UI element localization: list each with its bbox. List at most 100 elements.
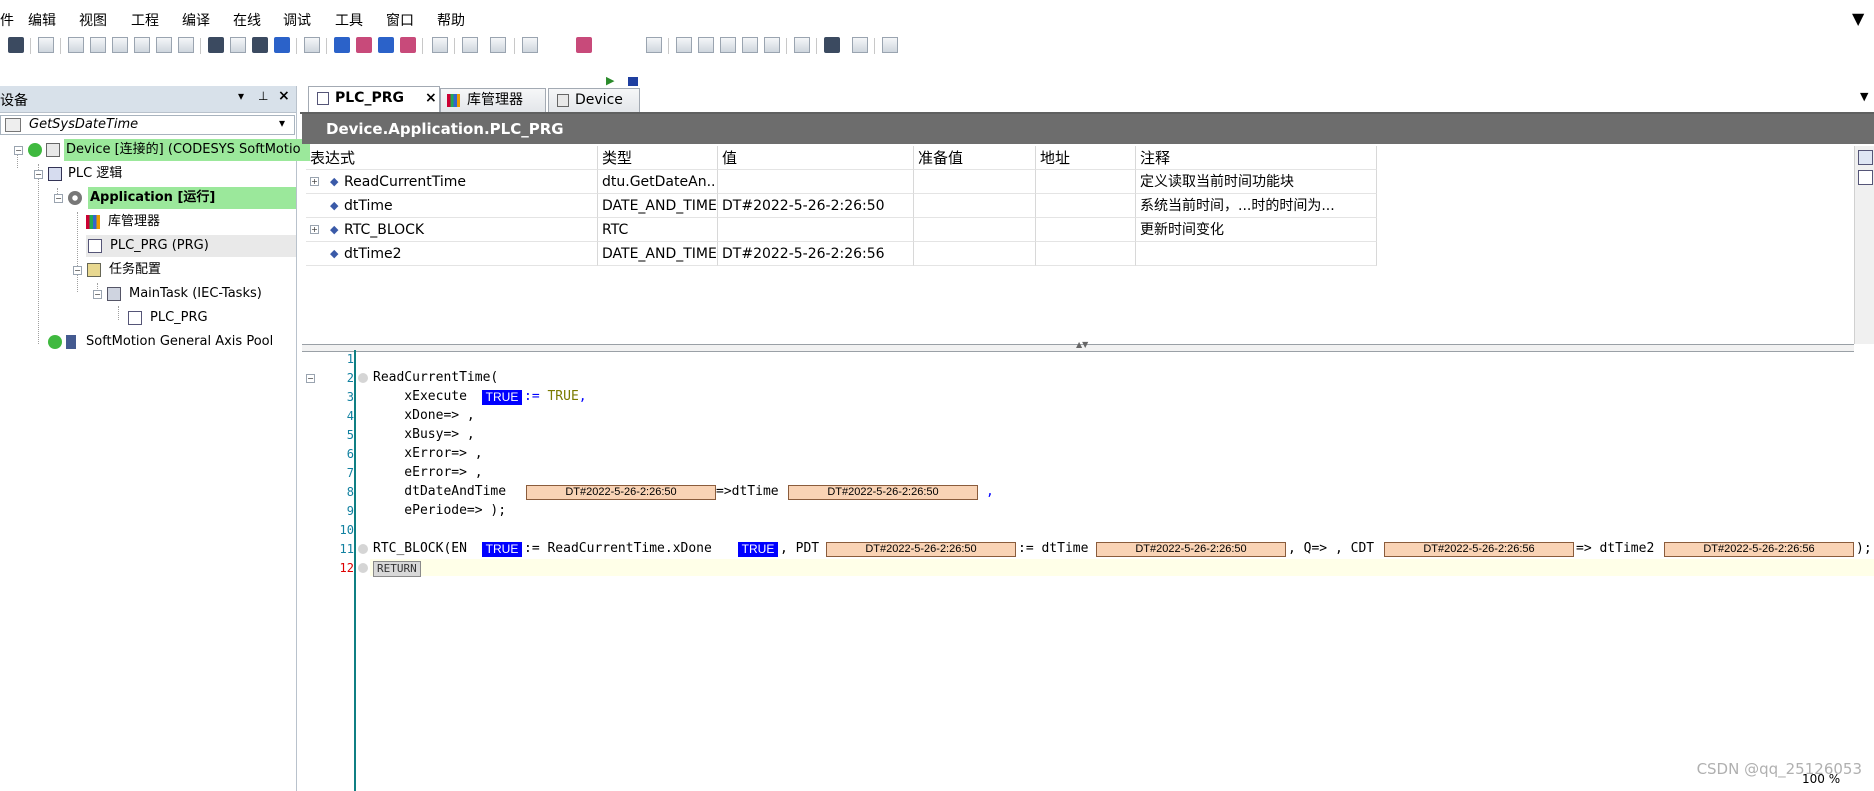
collapse-icon[interactable]: − (54, 194, 63, 203)
cross-reference-icon[interactable] (882, 37, 898, 53)
collapse-icon[interactable]: − (93, 290, 102, 299)
monitor-value[interactable]: TRUE (482, 390, 522, 405)
table-row-expr[interactable]: + ◆ ReadCurrentTime (306, 170, 598, 194)
step-out-icon[interactable] (720, 37, 736, 53)
rebuild-icon[interactable] (356, 37, 372, 53)
code-line[interactable]: dtDateAndTime (373, 484, 506, 499)
tab-library-manager[interactable]: 库管理器 (440, 88, 546, 112)
menu-build[interactable]: 编译 (182, 10, 210, 30)
monitor-value[interactable]: DT#2022-5-26-2:26:50 (1096, 542, 1286, 557)
select-gateway-icon[interactable] (432, 37, 448, 53)
undo-icon[interactable] (68, 37, 84, 53)
code-line[interactable]: xExecute (373, 389, 467, 404)
menu-help[interactable]: 帮助 (437, 10, 465, 30)
menu-project[interactable]: 工程 (131, 10, 159, 30)
collapse-icon[interactable]: − (73, 266, 82, 275)
close-tab-icon[interactable]: × (425, 87, 437, 109)
monitor-value[interactable]: DT#2022-5-26-2:26:50 (826, 542, 1016, 557)
monitor-value[interactable]: DT#2022-5-26-2:26:56 (1384, 542, 1574, 557)
clean-icon[interactable] (400, 37, 416, 53)
expand-icon[interactable]: + (310, 177, 319, 186)
menu-file[interactable]: 件 (0, 10, 14, 30)
col-header-comment[interactable]: 注释 (1136, 146, 1377, 170)
force-values-icon[interactable] (824, 37, 840, 53)
textual-view-icon[interactable] (1858, 150, 1873, 165)
breakpoint-marker[interactable] (358, 563, 368, 573)
return-marker[interactable]: RETURN (373, 561, 421, 577)
monitor-value[interactable]: DT#2022-5-26-2:26:50 (788, 485, 978, 500)
paste-icon[interactable] (156, 37, 172, 53)
splitter-arrows-icon[interactable]: ▲▼ (1076, 340, 1088, 349)
col-header-type[interactable]: 类型 (598, 146, 718, 170)
breakpoint-icon[interactable] (764, 37, 780, 53)
login-icon[interactable] (522, 37, 538, 53)
breakpoint-marker[interactable] (358, 373, 368, 383)
pin-icon[interactable]: ⊥ (258, 89, 268, 103)
replace-text-icon[interactable] (304, 37, 320, 53)
find-next-icon[interactable] (252, 37, 268, 53)
table-row-expr[interactable]: ◆ dtTime2 (306, 242, 598, 266)
breakpoint-marker[interactable] (358, 544, 368, 554)
tab-list-icon[interactable]: ▼ (1860, 90, 1868, 103)
monitor-value[interactable]: TRUE (482, 542, 522, 557)
cell-prepared-value[interactable] (914, 218, 1036, 242)
code-line[interactable]: ePeriode=> ); (373, 503, 506, 518)
step-into-icon[interactable] (698, 37, 714, 53)
collapse-icon[interactable]: − (34, 170, 43, 179)
zoom-level[interactable]: 100 % (1802, 772, 1840, 786)
tree-item-plc-prg[interactable]: PLC_PRG (PRG) (86, 235, 296, 257)
run-to-cursor-icon[interactable] (742, 37, 758, 53)
write-values-icon[interactable] (794, 37, 810, 53)
chevron-down-icon[interactable]: ▾ (279, 116, 285, 130)
menu-edit[interactable]: 编辑 (28, 10, 56, 30)
editor-splitter[interactable]: ▲▼ (302, 340, 1854, 352)
col-header-expression[interactable]: 表达式 (306, 146, 598, 170)
collapse-icon[interactable]: − (14, 146, 23, 155)
device-settings-icon[interactable] (462, 37, 478, 53)
copy-icon[interactable] (134, 37, 150, 53)
unforce-icon[interactable] (852, 37, 868, 53)
code-line[interactable]: xBusy=> , (373, 427, 474, 442)
code-line[interactable]: xError=> , (373, 446, 482, 461)
funnel-icon[interactable]: ▼ (1852, 9, 1864, 28)
tabular-view-icon[interactable] (1858, 170, 1873, 185)
expand-icon[interactable]: + (310, 225, 319, 234)
col-header-value[interactable]: 值 (718, 146, 914, 170)
menu-online[interactable]: 在线 (233, 10, 261, 30)
menu-debug[interactable]: 调试 (283, 10, 311, 30)
monitor-value[interactable]: DT#2022-5-26-2:26:56 (1664, 542, 1854, 557)
panel-menu-icon[interactable]: ▾ (238, 89, 244, 103)
tab-plc-prg[interactable]: PLC_PRG × (308, 86, 440, 112)
code-line[interactable]: xDone=> , (373, 408, 474, 423)
monitor-value[interactable]: DT#2022-5-26-2:26:50 (526, 485, 716, 500)
new-object-icon[interactable] (490, 37, 506, 53)
cell-prepared-value[interactable] (914, 194, 1036, 218)
build-icon[interactable] (334, 37, 350, 53)
print-icon[interactable] (38, 37, 54, 53)
menu-view[interactable]: 视图 (79, 10, 107, 30)
cell-prepared-value[interactable] (914, 242, 1036, 266)
cell-prepared-value[interactable] (914, 170, 1036, 194)
close-icon[interactable]: × (278, 88, 290, 104)
code-line[interactable]: eError=> , (373, 465, 482, 480)
menu-window[interactable]: 窗口 (386, 10, 414, 30)
code-line[interactable]: RTC_BLOCK(EN (373, 541, 467, 556)
save-icon[interactable] (8, 37, 24, 53)
delete-icon[interactable] (178, 37, 194, 53)
table-row-expr[interactable]: + ◆ RTC_BLOCK (306, 218, 598, 242)
monitor-value[interactable]: TRUE (738, 542, 778, 557)
table-row-expr[interactable]: ◆ dtTime (306, 194, 598, 218)
project-select[interactable]: GetSysDateTime ▾ (0, 115, 295, 135)
tab-device[interactable]: Device (548, 88, 640, 112)
menu-tools[interactable]: 工具 (335, 10, 363, 30)
cut-icon[interactable] (112, 37, 128, 53)
reset-icon[interactable] (646, 37, 662, 53)
find-replace-icon[interactable] (230, 37, 246, 53)
col-header-prepared-value[interactable]: 准备值 (914, 146, 1036, 170)
redo-icon[interactable] (90, 37, 106, 53)
find-icon[interactable] (208, 37, 224, 53)
col-header-address[interactable]: 地址 (1036, 146, 1136, 170)
find-in-project-icon[interactable] (274, 37, 290, 53)
generate-code-icon[interactable] (378, 37, 394, 53)
step-over-icon[interactable] (676, 37, 692, 53)
